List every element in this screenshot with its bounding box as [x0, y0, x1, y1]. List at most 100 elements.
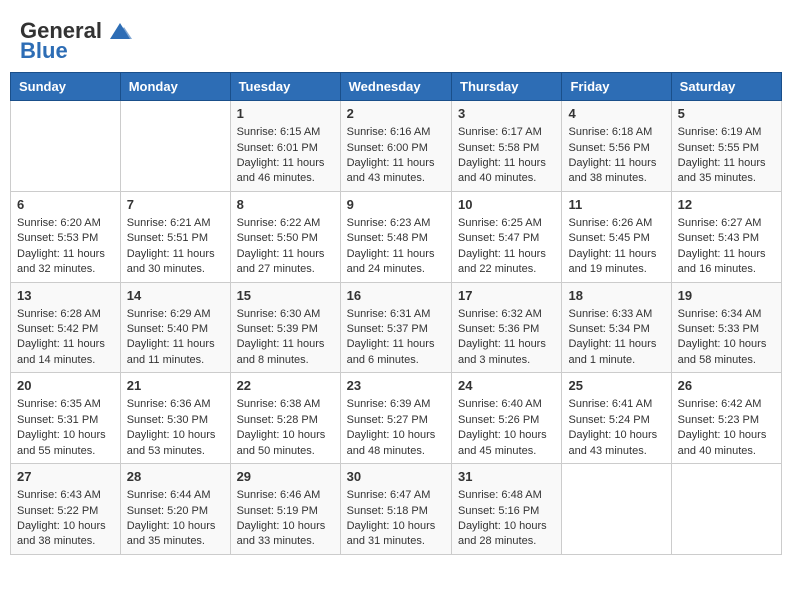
day-number: 14: [127, 287, 224, 305]
weekday-header-wednesday: Wednesday: [340, 73, 451, 101]
weekday-header-row: SundayMondayTuesdayWednesdayThursdayFrid…: [11, 73, 782, 101]
calendar-cell: 17Sunrise: 6:32 AM Sunset: 5:36 PM Dayli…: [452, 282, 562, 373]
day-number: 24: [458, 377, 555, 395]
calendar-cell: 5 Sunrise: 6:19 AM Sunset: 5:55 PM Daylig…: [671, 101, 781, 192]
calendar-cell: 3 Sunrise: 6:17 AM Sunset: 5:58 PM Daylig…: [452, 101, 562, 192]
calendar-cell: [671, 464, 781, 555]
calendar-cell: 30 Sunrise: 6:47 AM Sunset: 5:18 PM Dayli…: [340, 464, 451, 555]
day-number: 5: [678, 105, 775, 123]
cell-content: Sunrise: 6:28 AM Sunset: 5:42 PM Dayligh…: [17, 308, 105, 366]
day-number: 15: [237, 287, 334, 305]
calendar-cell: [11, 101, 121, 192]
day-number: 9: [347, 196, 445, 214]
cell-content: Sunrise: 6:44 AM Sunset: 5:20 PM Dayligh…: [127, 489, 216, 547]
calendar-cell: 11 Sunrise: 6:26 AM Sunset: 5:45 PM Dayli…: [562, 191, 671, 282]
cell-content: Sunrise: 6:16 AM Sunset: 6:00 PM Dayligh…: [347, 126, 435, 184]
logo-icon: [106, 21, 134, 41]
cell-content: Sunrise: 6:15 AM Sunset: 6:01 PM Dayligh…: [237, 126, 325, 184]
cell-content: Sunrise: 6:31 AM Sunset: 5:37 PM Dayligh…: [347, 308, 435, 366]
calendar-cell: 19Sunrise: 6:34 AM Sunset: 5:33 PM Dayli…: [671, 282, 781, 373]
cell-content: Sunrise: 6:19 AM Sunset: 5:55 PM Dayligh…: [678, 126, 766, 184]
calendar-cell: 23 Sunrise: 6:39 AM Sunset: 5:27 PM Dayli…: [340, 373, 451, 464]
calendar-cell: 18 Sunrise: 6:33 AM Sunset: 5:34 PM Dayli…: [562, 282, 671, 373]
page-header: General Blue: [10, 10, 782, 64]
calendar-cell: 28 Sunrise: 6:44 AM Sunset: 5:20 PM Dayli…: [120, 464, 230, 555]
cell-content: Sunrise: 6:38 AM Sunset: 5:28 PM Dayligh…: [237, 398, 326, 456]
day-number: 11: [568, 196, 664, 214]
cell-content: Sunrise: 6:35 AM Sunset: 5:31 PM Dayligh…: [17, 398, 106, 456]
cell-content: Sunrise: 6:34 AM Sunset: 5:33 PM Dayligh…: [678, 308, 767, 366]
cell-content: Sunrise: 6:17 AM Sunset: 5:58 PM Dayligh…: [458, 126, 546, 184]
calendar-cell: 1 Sunrise: 6:15 AM Sunset: 6:01 PM Daylig…: [230, 101, 340, 192]
calendar-cell: 26 Sunrise: 6:42 AM Sunset: 5:23 PM Dayli…: [671, 373, 781, 464]
day-number: 22: [237, 377, 334, 395]
cell-content: Sunrise: 6:26 AM Sunset: 5:45 PM Dayligh…: [568, 217, 656, 275]
cell-content: Sunrise: 6:43 AM Sunset: 5:22 PM Dayligh…: [17, 489, 106, 547]
calendar-week-1: 1 Sunrise: 6:15 AM Sunset: 6:01 PM Daylig…: [11, 101, 782, 192]
calendar-cell: 6Sunrise: 6:20 AM Sunset: 5:53 PM Daylig…: [11, 191, 121, 282]
day-number: 20: [17, 377, 114, 395]
cell-content: Sunrise: 6:32 AM Sunset: 5:36 PM Dayligh…: [458, 308, 546, 366]
cell-content: Sunrise: 6:27 AM Sunset: 5:43 PM Dayligh…: [678, 217, 766, 275]
weekday-header-monday: Monday: [120, 73, 230, 101]
day-number: 8: [237, 196, 334, 214]
day-number: 10: [458, 196, 555, 214]
logo: General Blue: [20, 18, 134, 64]
day-number: 28: [127, 468, 224, 486]
calendar-cell: 2Sunrise: 6:16 AM Sunset: 6:00 PM Daylig…: [340, 101, 451, 192]
calendar-cell: [120, 101, 230, 192]
day-number: 18: [568, 287, 664, 305]
calendar-cell: 24 Sunrise: 6:40 AM Sunset: 5:26 PM Dayli…: [452, 373, 562, 464]
day-number: 12: [678, 196, 775, 214]
cell-content: Sunrise: 6:30 AM Sunset: 5:39 PM Dayligh…: [237, 308, 325, 366]
cell-content: Sunrise: 6:41 AM Sunset: 5:24 PM Dayligh…: [568, 398, 657, 456]
cell-content: Sunrise: 6:46 AM Sunset: 5:19 PM Dayligh…: [237, 489, 326, 547]
cell-content: Sunrise: 6:18 AM Sunset: 5:56 PM Dayligh…: [568, 126, 656, 184]
weekday-header-tuesday: Tuesday: [230, 73, 340, 101]
calendar-week-2: 6Sunrise: 6:20 AM Sunset: 5:53 PM Daylig…: [11, 191, 782, 282]
day-number: 30: [347, 468, 445, 486]
calendar-week-4: 20 Sunrise: 6:35 AM Sunset: 5:31 PM Dayli…: [11, 373, 782, 464]
day-number: 31: [458, 468, 555, 486]
day-number: 26: [678, 377, 775, 395]
logo-blue: Blue: [20, 38, 68, 64]
calendar-cell: 10Sunrise: 6:25 AM Sunset: 5:47 PM Dayli…: [452, 191, 562, 282]
day-number: 13: [17, 287, 114, 305]
cell-content: Sunrise: 6:21 AM Sunset: 5:51 PM Dayligh…: [127, 217, 215, 275]
calendar-cell: 12 Sunrise: 6:27 AM Sunset: 5:43 PM Dayli…: [671, 191, 781, 282]
cell-content: Sunrise: 6:33 AM Sunset: 5:34 PM Dayligh…: [568, 308, 656, 366]
day-number: 7: [127, 196, 224, 214]
day-number: 16: [347, 287, 445, 305]
calendar-cell: 27 Sunrise: 6:43 AM Sunset: 5:22 PM Dayli…: [11, 464, 121, 555]
cell-content: Sunrise: 6:36 AM Sunset: 5:30 PM Dayligh…: [127, 398, 216, 456]
day-number: 23: [347, 377, 445, 395]
calendar-cell: 29Sunrise: 6:46 AM Sunset: 5:19 PM Dayli…: [230, 464, 340, 555]
cell-content: Sunrise: 6:40 AM Sunset: 5:26 PM Dayligh…: [458, 398, 547, 456]
day-number: 1: [237, 105, 334, 123]
calendar-cell: 31 Sunrise: 6:48 AM Sunset: 5:16 PM Dayli…: [452, 464, 562, 555]
cell-content: Sunrise: 6:39 AM Sunset: 5:27 PM Dayligh…: [347, 398, 436, 456]
calendar-cell: 13 Sunrise: 6:28 AM Sunset: 5:42 PM Dayli…: [11, 282, 121, 373]
cell-content: Sunrise: 6:47 AM Sunset: 5:18 PM Dayligh…: [347, 489, 436, 547]
calendar-cell: 16 Sunrise: 6:31 AM Sunset: 5:37 PM Dayli…: [340, 282, 451, 373]
calendar-week-5: 27 Sunrise: 6:43 AM Sunset: 5:22 PM Dayli…: [11, 464, 782, 555]
day-number: 3: [458, 105, 555, 123]
calendar-cell: 7 Sunrise: 6:21 AM Sunset: 5:51 PM Daylig…: [120, 191, 230, 282]
calendar-cell: 8 Sunrise: 6:22 AM Sunset: 5:50 PM Daylig…: [230, 191, 340, 282]
cell-content: Sunrise: 6:22 AM Sunset: 5:50 PM Dayligh…: [237, 217, 325, 275]
calendar-cell: 4 Sunrise: 6:18 AM Sunset: 5:56 PM Daylig…: [562, 101, 671, 192]
day-number: 25: [568, 377, 664, 395]
day-number: 27: [17, 468, 114, 486]
calendar-cell: 25 Sunrise: 6:41 AM Sunset: 5:24 PM Dayli…: [562, 373, 671, 464]
weekday-header-sunday: Sunday: [11, 73, 121, 101]
cell-content: Sunrise: 6:42 AM Sunset: 5:23 PM Dayligh…: [678, 398, 767, 456]
weekday-header-friday: Friday: [562, 73, 671, 101]
calendar-cell: 9Sunrise: 6:23 AM Sunset: 5:48 PM Daylig…: [340, 191, 451, 282]
cell-content: Sunrise: 6:29 AM Sunset: 5:40 PM Dayligh…: [127, 308, 215, 366]
calendar-week-3: 13 Sunrise: 6:28 AM Sunset: 5:42 PM Dayli…: [11, 282, 782, 373]
calendar-cell: 20 Sunrise: 6:35 AM Sunset: 5:31 PM Dayli…: [11, 373, 121, 464]
day-number: 4: [568, 105, 664, 123]
calendar-cell: 15 Sunrise: 6:30 AM Sunset: 5:39 PM Dayli…: [230, 282, 340, 373]
cell-content: Sunrise: 6:48 AM Sunset: 5:16 PM Dayligh…: [458, 489, 547, 547]
calendar-cell: 22 Sunrise: 6:38 AM Sunset: 5:28 PM Dayli…: [230, 373, 340, 464]
